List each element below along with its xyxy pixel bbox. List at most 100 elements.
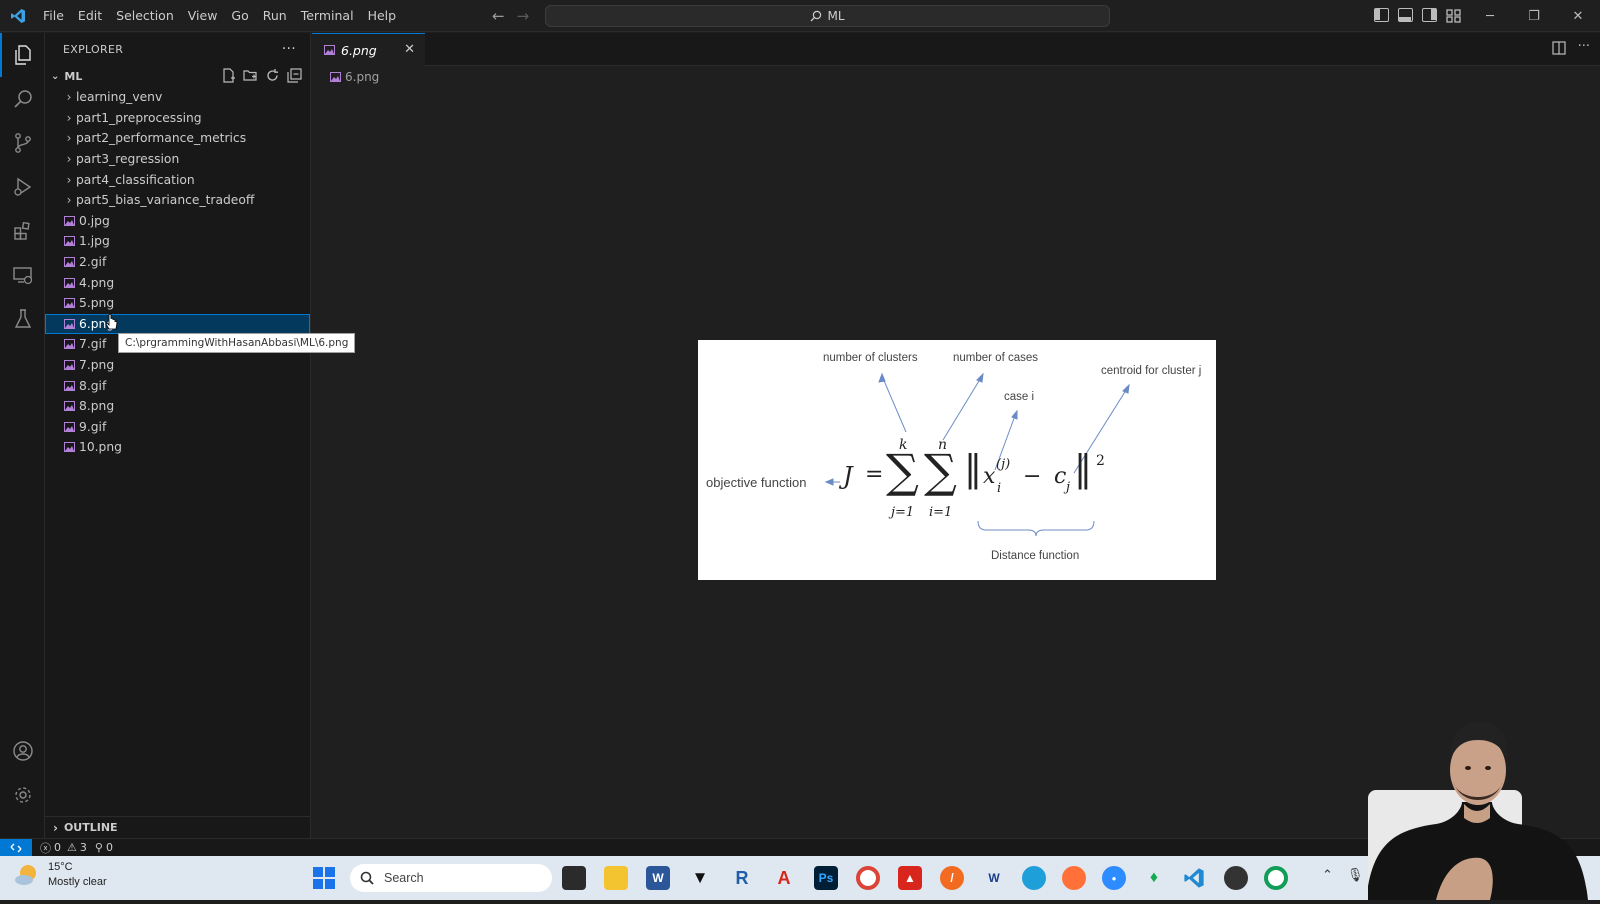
toggle-primary-sidebar-icon[interactable] [1374,8,1389,22]
chevron-down-icon: ⌄ [51,70,60,82]
file-0-jpg[interactable]: 0.jpg [45,211,310,232]
back-arrow-icon[interactable]: ← [492,7,505,25]
file-6-png[interactable]: 6.png [45,313,310,335]
folder-label: part5_bias_variance_tradeoff [76,193,255,208]
toggle-secondary-sidebar-icon[interactable] [1422,8,1437,22]
file-explorer-icon[interactable] [604,866,628,890]
remote-explorer-icon[interactable] [0,253,45,297]
warning-icon: ⚠ [67,841,77,854]
chevron-right-icon: › [66,193,72,208]
file-10-png[interactable]: 10.png [45,437,310,458]
davinci-resolve-icon[interactable] [1224,866,1248,890]
source-control-icon[interactable] [0,121,45,165]
file-4-png[interactable]: 4.png [45,272,310,293]
close-tab-icon[interactable]: ✕ [404,42,415,57]
refresh-icon[interactable] [265,68,280,83]
menu-view[interactable]: View [181,0,225,32]
new-folder-icon[interactable] [243,68,258,83]
problems-indicator[interactable]: ⓧ 0 ⚠ 3 [40,840,87,856]
menu-go[interactable]: Go [224,0,255,32]
manage-gear-icon[interactable] [0,773,45,817]
run-debug-icon[interactable] [0,165,45,209]
file-label: 9.gif [79,419,107,434]
breadcrumb-file[interactable]: 6.png [345,70,379,84]
folder-part1-preprocessing[interactable]: › part1_preprocessing [45,108,310,129]
restore-icon[interactable]: ❐ [1512,0,1556,32]
menu-edit[interactable]: Edit [71,0,109,32]
menu-file[interactable]: File [36,0,71,32]
menu-bar: File Edit Selection View Go Run Terminal… [36,0,403,32]
menu-selection[interactable]: Selection [109,0,181,32]
file-8-png[interactable]: 8.png [45,396,310,417]
task-view-icon[interactable] [562,866,586,890]
zoom-icon[interactable]: ● [1102,866,1126,890]
folder-learning-venv[interactable]: › learning_venv [45,87,310,108]
explorer-title: EXPLORER [63,42,124,56]
file-label: 10.png [79,440,122,455]
taskbar-search[interactable]: Search [350,864,552,892]
microphone-icon[interactable]: 🎙 [1347,868,1364,883]
word-online-icon[interactable]: W [982,866,1006,890]
tab-label: 6.png [341,42,377,58]
split-editor-icon[interactable] [1551,41,1566,55]
new-file-icon[interactable] [221,68,236,83]
testing-icon[interactable] [0,297,45,341]
toggle-panel-icon[interactable] [1398,8,1413,22]
tab-6-png[interactable]: 6.png ✕ [312,33,425,66]
search-icon[interactable] [0,77,45,121]
file-8-gif[interactable]: 8.gif [45,375,310,396]
outline-section[interactable]: › OUTLINE [45,816,311,838]
pdf-reader-icon[interactable]: ▲ [898,866,922,890]
file-7-png[interactable]: 7.png [45,355,310,376]
minimize-icon[interactable]: ─ [1468,0,1512,32]
mongodb-icon[interactable]: ♦ [1142,866,1166,890]
file-2-gif[interactable]: 2.gif [45,252,310,273]
explorer-icon[interactable] [0,33,45,77]
weather-widget[interactable]: 15°C Mostly clear [14,860,107,890]
status-bar: ⓧ 0 ⚠ 3 ⚲ 0 [0,838,1600,857]
edge-icon[interactable] [1022,866,1046,890]
close-window-icon[interactable]: ✕ [1556,0,1600,32]
chevron-right-icon: › [53,820,58,835]
folder-part3-regression[interactable]: › part3_regression [45,149,310,170]
show-hidden-icons-icon[interactable]: ⌃ [1322,868,1333,883]
warning-count: 3 [79,841,87,854]
file-9-gif[interactable]: 9.gif [45,417,310,438]
menu-terminal[interactable]: Terminal [294,0,361,32]
chrome-profile-icon[interactable] [1264,866,1288,890]
explorer-more-icon[interactable]: ··· [282,41,296,57]
extensions-icon[interactable] [0,209,45,253]
word-icon[interactable]: W [646,866,670,890]
ports-indicator[interactable]: ⚲ 0 [95,841,113,854]
folder-part2-performance-metrics[interactable]: › part2_performance_metrics [45,128,310,149]
command-center[interactable]: ML [545,5,1110,27]
file-1-jpg[interactable]: 1.jpg [45,231,310,252]
forward-arrow-icon[interactable]: → [517,7,530,25]
file-5-png[interactable]: 5.png [45,293,310,314]
start-windows-icon[interactable] [313,867,335,889]
firefox-icon[interactable] [1062,866,1086,890]
chrome-icon[interactable] [856,866,880,890]
more-actions-icon[interactable]: ··· [1578,40,1590,55]
r-icon[interactable]: R [730,866,754,890]
menu-run[interactable]: Run [256,0,294,32]
vectorworks-icon[interactable]: ▼ [688,866,712,890]
mouse-pointer-icon [105,313,119,336]
vscode-taskbar-icon[interactable] [1182,866,1206,890]
image-file-icon [62,339,76,350]
acrobat-icon[interactable]: A [772,866,796,890]
image-file-icon [62,236,76,247]
menu-help[interactable]: Help [361,0,404,32]
photoshop-icon[interactable]: Ps [814,866,838,890]
presenter-webcam [1366,718,1600,900]
folder-part5-bias-variance-tradeoff[interactable]: › part5_bias_variance_tradeoff [45,190,310,211]
formula-subscript-j: j [1066,480,1071,495]
customize-layout-icon[interactable] [1446,8,1461,23]
folder-part4-classification[interactable]: › part4_classification [45,169,310,190]
collapse-all-icon[interactable] [287,68,302,83]
pencil-app-icon[interactable]: / [940,866,964,890]
accounts-icon[interactable] [0,729,45,773]
workspace-root-folder[interactable]: ⌄ ML [45,65,310,87]
error-icon: ⓧ [40,841,51,855]
remote-indicator-icon[interactable] [0,838,32,857]
